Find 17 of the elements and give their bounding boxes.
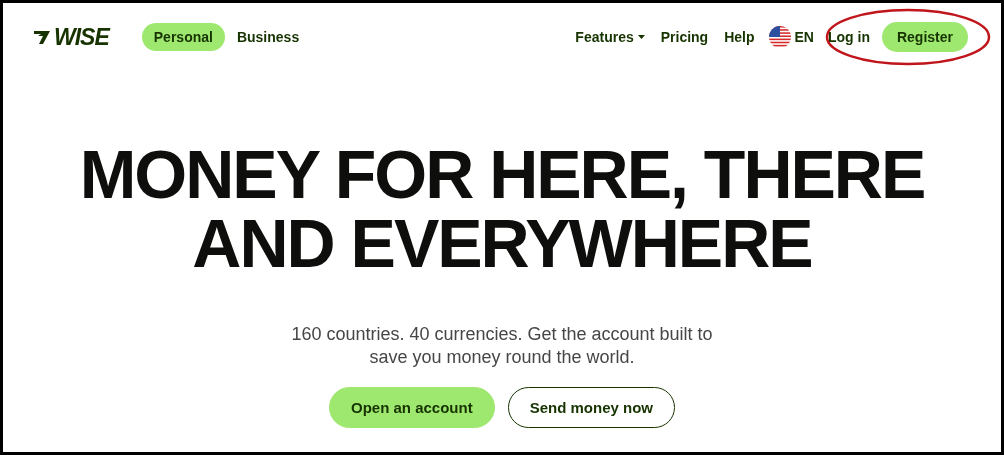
flag-icon[interactable] bbox=[768, 26, 791, 48]
language-selector[interactable]: EN bbox=[794, 29, 814, 45]
headline: AND EVERYWHERE bbox=[192, 209, 812, 277]
nav-link[interactable]: Pricing bbox=[652, 23, 717, 51]
segment-tab[interactable]: Personal bbox=[141, 23, 225, 51]
register-button[interactable]: Register bbox=[881, 22, 968, 52]
login-link[interactable]: Log in bbox=[823, 23, 874, 51]
headline: MONEY FOR HERE, THERE bbox=[79, 140, 925, 208]
send-money-button[interactable]: Send money now bbox=[507, 387, 675, 428]
caret-icon bbox=[637, 35, 645, 39]
logo-text: WISE bbox=[54, 23, 109, 51]
subtitle: 160 countries. 40 currencies. Get the account built to save you money round the world. bbox=[290, 323, 714, 369]
nav-link[interactable]: Help bbox=[716, 23, 763, 51]
logo-icon bbox=[32, 29, 52, 45]
segment-tab[interactable]: Business bbox=[224, 23, 312, 51]
features-menu[interactable]: Features bbox=[567, 23, 653, 51]
open-account-button[interactable]: Open an account bbox=[328, 387, 495, 428]
